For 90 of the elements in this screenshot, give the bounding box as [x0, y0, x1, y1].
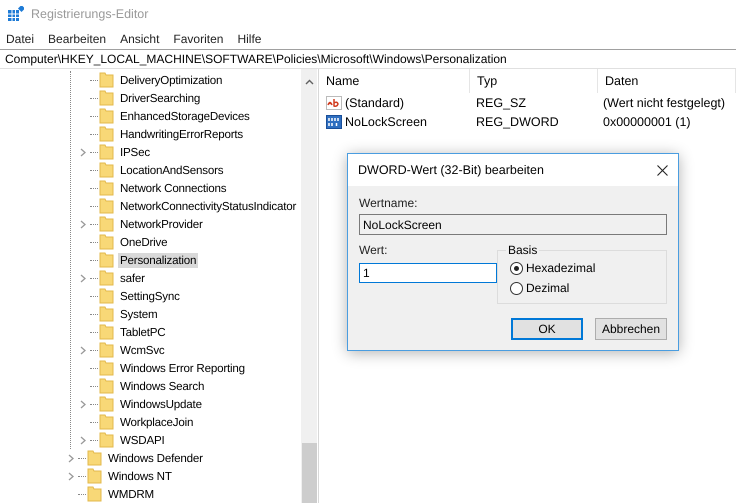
tree-item[interactable]: Network Connections — [118, 180, 228, 196]
folder-icon — [99, 198, 114, 214]
field-label: Wertname: — [359, 196, 418, 210]
column-header[interactable]: Daten — [598, 69, 736, 93]
tree-item[interactable]: NetworkConnectivityStatusIndicator — [118, 198, 298, 214]
folder-icon — [99, 216, 114, 232]
chevron-icon[interactable] — [68, 454, 74, 462]
value-data: (Wert nicht festgelegt) — [602, 96, 726, 110]
menu-item[interactable]: Ansicht — [120, 32, 160, 46]
address-bar[interactable]: Computer\HKEY_LOCAL_MACHINE\SOFTWARE\Policies\Microsoft\Windows\Personalization — [0, 49, 736, 69]
field-label: Wert: — [359, 243, 388, 257]
tree-item[interactable]: IPSec — [118, 144, 152, 160]
folder-icon — [99, 360, 114, 376]
folder-icon — [99, 180, 114, 196]
tree-item[interactable]: LocationAndSensors — [118, 162, 226, 178]
tree-item[interactable]: Windows Error Reporting — [118, 360, 247, 376]
value-type: REG_SZ — [475, 96, 528, 110]
folder-icon — [87, 486, 102, 502]
tree-item[interactable]: TabletPC — [118, 324, 168, 340]
scroll-up-icon[interactable] — [304, 79, 314, 85]
menu-item[interactable]: Hilfe — [237, 32, 262, 46]
chevron-icon[interactable] — [80, 346, 86, 354]
tree-item[interactable]: DriverSearching — [118, 90, 202, 106]
folder-icon — [99, 288, 114, 304]
menu-item[interactable]: Datei — [6, 32, 34, 46]
folder-icon — [99, 162, 114, 178]
chevron-icon[interactable] — [80, 148, 86, 156]
tree-item[interactable]: WindowsUpdate — [118, 396, 204, 412]
column-header[interactable]: Name — [319, 69, 470, 93]
string-value-icon — [326, 96, 342, 110]
tree-item[interactable]: WMDRM — [106, 486, 156, 502]
folder-icon — [99, 396, 114, 412]
value-name: NoLockScreen — [345, 114, 427, 128]
folder-icon — [99, 108, 114, 124]
tree-item[interactable]: DeliveryOptimization — [118, 72, 224, 88]
tree-item[interactable]: SettingSync — [118, 288, 182, 304]
menu-item[interactable]: Bearbeiten — [48, 32, 106, 46]
value-name-field: NoLockScreen — [359, 214, 667, 235]
group-label: Basis — [507, 243, 538, 257]
radio-option[interactable]: Hexadezimal — [510, 261, 654, 275]
folder-icon — [99, 432, 114, 448]
radio-icon[interactable] — [510, 262, 523, 274]
tree-item[interactable]: Windows Defender — [106, 450, 205, 466]
folder-icon — [99, 90, 114, 106]
chevron-icon[interactable] — [80, 436, 86, 444]
folder-icon — [99, 144, 114, 160]
dialog-button[interactable]: Abbrechen — [595, 318, 667, 340]
folder-icon — [99, 342, 114, 358]
tree-item[interactable]: System — [118, 306, 160, 322]
dialog-title: DWORD-Wert (32-Bit) bearbeiten — [358, 163, 544, 177]
scrollbar-thumb[interactable] — [302, 443, 317, 503]
window-title: Registrierungs-Editor — [31, 7, 148, 21]
value-data: 0x00000001 (1) — [602, 114, 692, 128]
folder-icon — [99, 414, 114, 430]
folder-icon — [99, 270, 114, 286]
tree-item[interactable]: Windows Search — [118, 378, 206, 394]
tree-item[interactable]: WcmSvc — [118, 342, 167, 358]
value-input[interactable]: 1 — [359, 263, 497, 283]
folder-icon — [87, 468, 102, 484]
tree-item[interactable]: OneDrive — [118, 234, 170, 250]
chevron-icon[interactable] — [80, 400, 86, 408]
value-name: (Standard) — [345, 96, 404, 110]
close-icon[interactable] — [657, 164, 668, 176]
dialog-button[interactable]: OK — [511, 318, 583, 340]
tree-item[interactable]: WorkplaceJoin — [118, 414, 196, 430]
registry-editor-icon — [8, 6, 24, 22]
chevron-icon[interactable] — [68, 472, 74, 480]
folder-icon — [99, 324, 114, 340]
binary-value-icon — [326, 114, 342, 128]
tree-item[interactable]: Personalization — [118, 252, 198, 268]
menu-item[interactable]: Favoriten — [173, 32, 224, 46]
tree-item[interactable]: Windows NT — [106, 468, 174, 484]
column-header[interactable]: Typ — [470, 69, 598, 93]
folder-icon — [99, 234, 114, 250]
tree-item[interactable]: HandwritingErrorReports — [118, 126, 245, 142]
folder-icon — [87, 450, 102, 466]
tree-item[interactable]: safer — [118, 270, 147, 286]
radio-option[interactable]: Dezimal — [510, 281, 654, 295]
radio-icon[interactable] — [510, 282, 523, 294]
chevron-icon[interactable] — [80, 220, 86, 228]
tree-item[interactable]: EnhancedStorageDevices — [118, 108, 252, 124]
tree-item[interactable]: WSDAPI — [118, 432, 167, 448]
folder-icon — [99, 378, 114, 394]
folder-icon — [99, 306, 114, 322]
folder-icon — [99, 72, 114, 88]
value-type: REG_DWORD — [475, 114, 560, 128]
folder-icon — [99, 126, 114, 142]
folder-icon — [99, 252, 114, 268]
chevron-icon[interactable] — [80, 274, 86, 282]
tree-item[interactable]: NetworkProvider — [118, 216, 205, 232]
